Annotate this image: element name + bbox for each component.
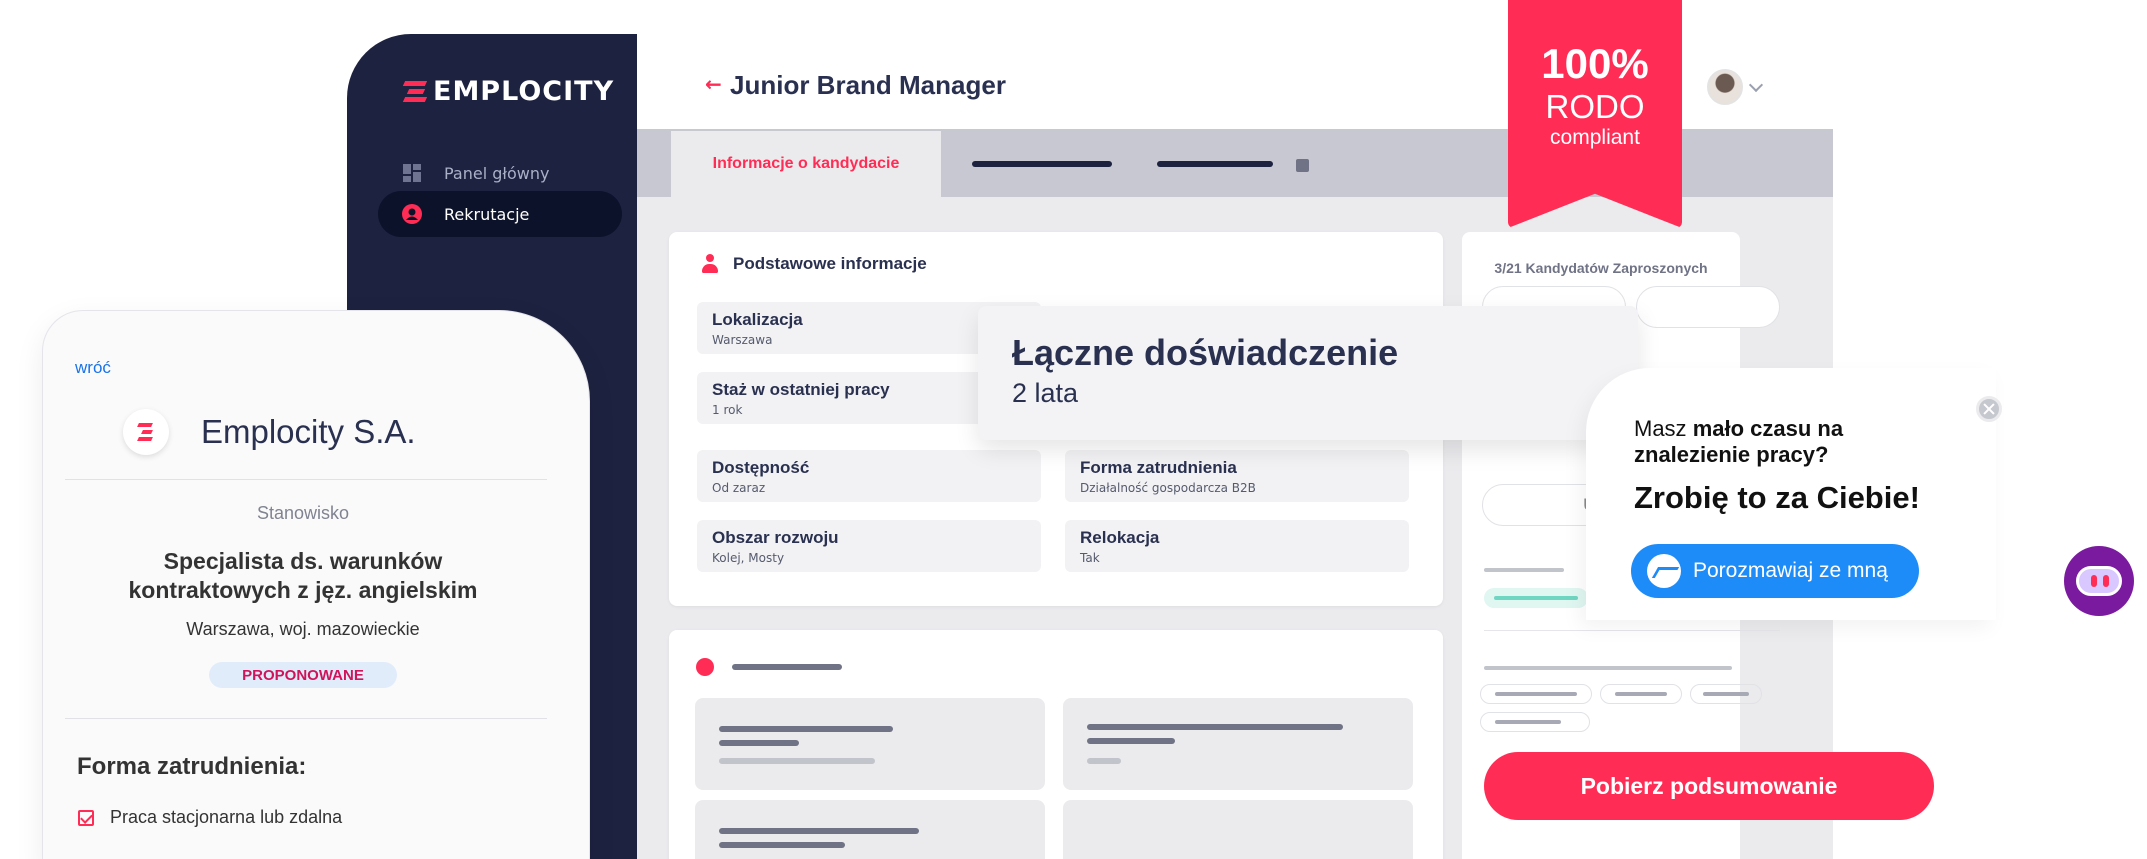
field-label: Forma zatrudnienia (1080, 458, 1237, 477)
field-employment-form: Forma zatrudnienia Działalność gospodarcz… (1065, 450, 1409, 502)
placeholder-line (719, 758, 875, 764)
field-value: Działalność gospodarcza B2B (1080, 481, 1256, 495)
placeholder-line (1087, 738, 1175, 744)
messenger-icon (1647, 554, 1681, 588)
experience-title: Łączne doświadczenie (1012, 332, 1399, 373)
field-label: Dostępność (712, 458, 810, 477)
rodo-ribbon: 100% RODO compliant (1508, 0, 1682, 228)
placeholder-line (719, 828, 919, 834)
messenger-chat-button[interactable]: Porozmawiaj ze mną (1631, 544, 1919, 598)
ribbon-rodo: RODO (1545, 88, 1645, 125)
divider (65, 718, 547, 719)
close-icon[interactable] (1976, 396, 2002, 422)
back-link[interactable]: wróć (75, 358, 111, 378)
position-title: Specjalista ds. warunków kontraktowych z… (128, 548, 478, 603)
experience-card: Łączne doświadczenie 2 lata (978, 306, 1638, 440)
sidebar-item-label: Rekrutacje (444, 204, 530, 224)
checkbox-icon[interactable] (78, 810, 94, 826)
robot-icon (2076, 566, 2122, 596)
placeholder-box (1063, 800, 1413, 859)
chatbot-launcher[interactable] (2064, 546, 2134, 616)
invited-count: 3/21 Kandydatów Zaproszonych (1494, 260, 1708, 276)
placeholder-line (1087, 724, 1343, 730)
field-label: Obszar rozwoju (712, 528, 839, 547)
mobile-job-card: wróć Emplocity S.A. Stanowisko Specjalis… (43, 311, 589, 859)
tag-pill[interactable] (1480, 712, 1590, 732)
tab-indicator (1296, 159, 1309, 172)
card-title-text: Podstawowe informacje (733, 254, 927, 273)
divider (1484, 630, 1780, 631)
back-arrow-icon[interactable]: ← (705, 72, 722, 96)
chat-answer: Zrobię to za Ciebie! (1634, 480, 1920, 515)
company-logo (123, 409, 169, 455)
field-development-area: Obszar rozwoju Kolej, Mosty (697, 520, 1041, 572)
chat-button-label: Porozmawiaj ze mną (1693, 559, 1888, 582)
field-value: Tak (1080, 551, 1100, 565)
company-name: Emplocity S.A. (201, 413, 416, 450)
placeholder-line (732, 664, 842, 670)
logo-text: EMPLOCITY (433, 76, 615, 107)
placeholder-box (695, 800, 1045, 859)
person-icon (701, 254, 719, 274)
filter-pill[interactable] (1636, 286, 1780, 328)
tag-pill[interactable] (1690, 684, 1762, 704)
placeholder-box (1063, 698, 1413, 790)
card-title: Podstawowe informacje (701, 254, 927, 274)
status-badge (1484, 588, 1588, 608)
chat-question: Masz mało czasu na znalezienie pracy? (1634, 416, 1934, 468)
dashboard-icon (403, 164, 421, 182)
placeholder-line (1087, 758, 1121, 764)
avatar[interactable] (1707, 69, 1743, 105)
field-availability: Dostępność Od zaraz (697, 450, 1041, 502)
chat-widget: Masz mało czasu na znalezienie pracy? Zr… (1586, 368, 2002, 620)
placeholder-box (695, 698, 1045, 790)
field-value: Kolej, Mosty (712, 551, 785, 565)
divider (65, 479, 547, 480)
chat-question-prefix: Masz (1634, 416, 1693, 441)
sidebar-item-recruitment[interactable]: Rekrutacje (378, 191, 622, 237)
field-label: Relokacja (1080, 528, 1160, 547)
status-dot (696, 658, 714, 676)
placeholder-line (1484, 666, 1732, 670)
placeholder-line (719, 726, 893, 732)
skeleton-card (669, 630, 1443, 859)
download-summary-button[interactable]: Pobierz podsumowanie (1484, 752, 1934, 820)
ribbon-compliant: compliant (1550, 126, 1640, 149)
sidebar-item-panel[interactable]: Panel główny (378, 150, 622, 196)
placeholder-line (1484, 568, 1564, 572)
position-label: Stanowisko (256, 503, 350, 523)
logo-icon (402, 80, 430, 103)
tag-pill[interactable] (1600, 684, 1682, 704)
placeholder-line (719, 842, 845, 848)
tab-placeholder[interactable] (972, 161, 1112, 167)
field-relocation: Relokacja Tak (1065, 520, 1409, 572)
tag-pill[interactable] (1480, 684, 1592, 704)
page-title: Junior Brand Manager (730, 70, 1006, 100)
employment-heading: Forma zatrudnienia: (77, 753, 307, 780)
screen: EMPLOCITY Panel główny Rekrutacje ← Juni… (0, 0, 2147, 859)
position-location: Warszawa, woj. mazowieckie (186, 619, 420, 639)
ribbon-percent: 100% (1541, 40, 1649, 87)
chevron-down-icon[interactable] (1748, 77, 1764, 93)
tab-candidate-info[interactable]: Informacje o kandydacie (671, 131, 941, 197)
experience-value: 2 lata (1012, 378, 1079, 408)
tab-placeholder[interactable] (1157, 161, 1273, 167)
app-logo[interactable]: EMPLOCITY (402, 76, 615, 107)
recruitment-icon (402, 204, 422, 224)
sidebar-item-label: Panel główny (444, 163, 550, 183)
field-value: Od zaraz (712, 481, 766, 495)
status-badge: PROPONOWANE (209, 662, 397, 688)
employment-option: Praca stacjonarna lub zdalna (110, 807, 343, 827)
placeholder-line (719, 740, 799, 746)
